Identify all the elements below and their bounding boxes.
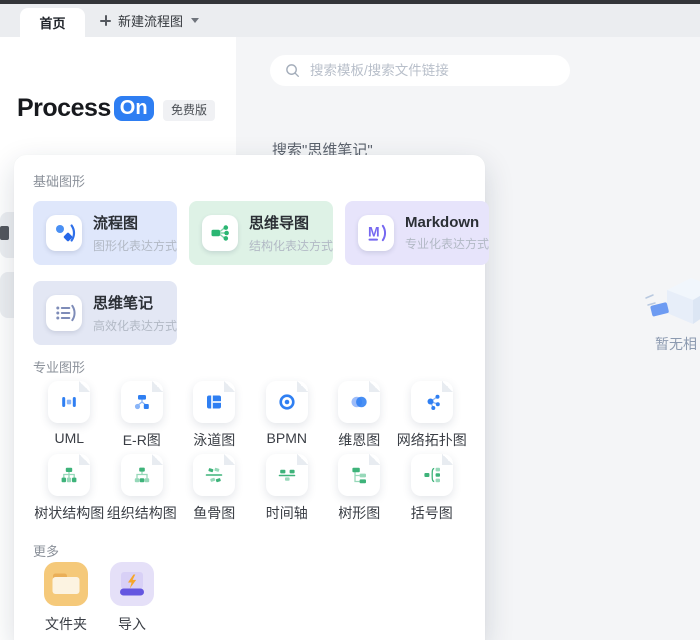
- mind-note-icon: [46, 295, 82, 331]
- empty-state-text: 暂无相: [655, 334, 697, 354]
- card-desc: 专业化表达方式: [405, 235, 489, 252]
- folder-icon: [44, 562, 88, 606]
- create-item-folder[interactable]: 文件夹: [33, 562, 99, 634]
- create-item-bpmn[interactable]: BPMN: [251, 381, 324, 450]
- create-item-org-chart[interactable]: 组织结构图: [106, 454, 179, 523]
- fishbone-file-icon: [193, 454, 235, 496]
- bpmn-file-icon: [266, 381, 308, 423]
- uml-file-icon: [48, 381, 90, 423]
- create-item-tree-structure[interactable]: 树状结构图: [33, 454, 106, 523]
- bracket-diagram-file-icon: [411, 454, 453, 496]
- create-card-mindmap[interactable]: 思维导图 结构化表达方式: [189, 201, 333, 265]
- create-item-bracket-diagram[interactable]: 括号图: [396, 454, 469, 523]
- card-title: Markdown: [405, 214, 489, 231]
- flowchart-icon: [46, 215, 82, 251]
- pro-row-2: 树状结构图 组织结构图: [33, 454, 468, 523]
- svg-text:M: M: [368, 224, 380, 240]
- card-title: 流程图: [93, 212, 177, 233]
- mindmap-icon: [202, 215, 238, 251]
- search-bar[interactable]: [270, 55, 570, 86]
- empty-illustration: [645, 270, 700, 332]
- er-diagram-file-icon: [121, 381, 163, 423]
- create-item-timeline[interactable]: 时间轴: [251, 454, 324, 523]
- card-title: 思维导图: [249, 212, 333, 233]
- create-card-flowchart[interactable]: 流程图 图形化表达方式: [33, 201, 177, 265]
- create-item-fishbone[interactable]: 鱼骨图: [178, 454, 251, 523]
- plus-icon: [100, 15, 111, 26]
- org-chart-file-icon: [121, 454, 163, 496]
- create-item-import[interactable]: 导入: [99, 562, 165, 634]
- pro-row-1: UML E-R图: [33, 381, 468, 450]
- logo-on-badge: On: [114, 96, 154, 121]
- network-topology-file-icon: [411, 381, 453, 423]
- card-title: 思维笔记: [93, 292, 177, 313]
- create-item-network-topology[interactable]: 网络拓扑图: [396, 381, 469, 450]
- import-icon: [110, 562, 154, 606]
- tab-home-label: 首页: [39, 13, 65, 32]
- basic-cards: 流程图 图形化表达方式 思维导图 结构化表达方式: [33, 201, 468, 345]
- markdown-icon: M: [358, 215, 394, 251]
- logo-text: Process: [17, 94, 111, 123]
- tab-new-flowchart-label: 新建流程图: [118, 11, 183, 30]
- card-desc: 图形化表达方式: [93, 237, 177, 254]
- card-desc: 结构化表达方式: [249, 237, 333, 254]
- tab-new-flowchart[interactable]: 新建流程图: [100, 4, 199, 37]
- browser-tab-bar: 首页 新建流程图: [0, 4, 700, 37]
- search-icon: [285, 63, 300, 78]
- tab-home[interactable]: 首页: [20, 8, 85, 37]
- create-item-venn[interactable]: 维恩图: [323, 381, 396, 450]
- swimlane-file-icon: [193, 381, 235, 423]
- processon-logo: Process On: [17, 94, 154, 123]
- tree-diagram-file-icon: [338, 454, 380, 496]
- create-item-er-diagram[interactable]: E-R图: [106, 381, 179, 450]
- sidebar-item-icon: [0, 226, 9, 240]
- create-item-tree-diagram[interactable]: 树形图: [323, 454, 396, 523]
- create-card-markdown[interactable]: M Markdown 专业化表达方式: [345, 201, 489, 265]
- create-item-uml[interactable]: UML: [33, 381, 106, 450]
- section-basic-label: 基础图形: [33, 171, 85, 190]
- section-more-label: 更多: [33, 541, 59, 560]
- section-pro-label: 专业图形: [33, 357, 85, 376]
- more-row: 文件夹 导入: [33, 562, 165, 634]
- search-input[interactable]: [308, 62, 570, 79]
- empty-state: 暂无相: [640, 270, 700, 337]
- timeline-file-icon: [266, 454, 308, 496]
- venn-file-icon: [338, 381, 380, 423]
- tree-structure-file-icon: [48, 454, 90, 496]
- plan-badge: 免费版: [163, 100, 215, 121]
- create-menu-popup: 基础图形 流程图 图形化表达方式: [14, 155, 485, 640]
- card-desc: 高效化表达方式: [93, 317, 177, 334]
- chevron-down-icon: [191, 18, 199, 23]
- processon-home-screen: 首页 新建流程图 Process On 免费版 新建 搜索"思维笔记": [0, 0, 700, 640]
- create-item-swimlane[interactable]: 泳道图: [178, 381, 251, 450]
- create-card-mind-note[interactable]: 思维笔记 高效化表达方式: [33, 281, 177, 345]
